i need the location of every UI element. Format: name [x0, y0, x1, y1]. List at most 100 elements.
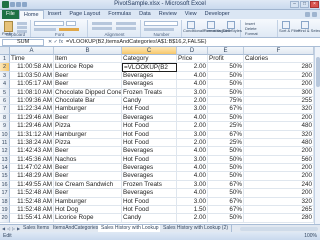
cell[interactable]: 11:42:43 AM [10, 147, 54, 156]
tab-view[interactable]: View [181, 10, 201, 19]
vertical-scrollbar[interactable] [314, 47, 320, 224]
cell[interactable]: 11:22:34 AM [10, 105, 54, 114]
cell[interactable]: 4.00 [177, 172, 208, 181]
cell[interactable]: Category [122, 55, 177, 64]
cell[interactable]: Beverages [122, 80, 177, 89]
font-name-select[interactable] [34, 21, 64, 26]
cell[interactable]: Beer [54, 172, 122, 181]
cell[interactable]: Price [177, 55, 208, 64]
row-header[interactable]: 1 [0, 55, 10, 64]
cell[interactable]: 75% [208, 96, 244, 106]
cell[interactable]: 50% [208, 88, 244, 97]
cell[interactable]: Beverages [122, 189, 177, 198]
cell[interactable]: 280 [244, 63, 314, 72]
column-header-d[interactable]: D [177, 47, 208, 55]
cut-icon[interactable] [17, 22, 27, 25]
wrap-text-icon[interactable] [116, 22, 136, 25]
cell[interactable]: 11:55:41 AM [10, 214, 54, 223]
cell[interactable]: Licorice Rope [54, 63, 122, 72]
cell[interactable]: 320 [244, 197, 314, 207]
merge-center-icon[interactable] [116, 27, 136, 30]
number-format-icons[interactable] [144, 28, 174, 31]
cell[interactable]: 67% [208, 180, 244, 190]
row-header[interactable]: 2 [0, 63, 10, 72]
cell[interactable]: Chocolate Dipped Cone [54, 88, 122, 97]
cell[interactable]: Beverages [122, 113, 177, 123]
help-icon[interactable] [305, 12, 310, 17]
column-header-a[interactable]: A [10, 47, 54, 55]
cell[interactable]: 3.00 [177, 155, 208, 165]
select-all-corner[interactable] [0, 47, 10, 55]
vertical-align-icons[interactable] [92, 22, 112, 25]
cell[interactable]: 280 [244, 214, 314, 223]
format-button[interactable]: Format [245, 31, 258, 36]
cell[interactable]: 300 [244, 88, 314, 97]
cell[interactable]: 67% [208, 206, 244, 215]
tab-developer[interactable]: Developer [201, 10, 234, 19]
cell[interactable]: Beverages [122, 172, 177, 181]
cell[interactable]: Ice Cream Sandwich [54, 180, 122, 190]
cell[interactable]: 11:49:55 AM [10, 180, 54, 190]
cell[interactable]: 50% [208, 189, 244, 198]
row-header[interactable]: 9 [0, 122, 10, 131]
zoom-level[interactable]: 100% [304, 232, 317, 240]
cell[interactable]: Beverages [122, 164, 177, 173]
cell[interactable]: Hamburger [54, 105, 122, 114]
cell[interactable]: Chocolate Bar [54, 96, 122, 106]
cell[interactable]: Licorice Rope [54, 214, 122, 223]
cell[interactable]: 480 [244, 122, 314, 131]
cell[interactable]: Hot Food [122, 130, 177, 139]
cell[interactable]: Hot Food [122, 105, 177, 114]
cell[interactable]: 11:00:58 AM [10, 63, 54, 72]
cell[interactable]: 11:47:02 AM [10, 164, 54, 173]
row-header[interactable]: 19 [0, 206, 10, 215]
bold-italic-underline-icons[interactable] [34, 28, 56, 31]
cell[interactable]: Beer [54, 189, 122, 198]
cell[interactable]: 560 [244, 155, 314, 165]
cell[interactable]: Hot Dog [54, 206, 122, 215]
tab-file[interactable]: File [2, 10, 19, 19]
cell[interactable]: 11:31:12 AM [10, 130, 54, 139]
cell[interactable]: Beer [54, 80, 122, 89]
number-format-select[interactable] [144, 21, 178, 26]
row-header[interactable]: 10 [0, 130, 10, 139]
cell[interactable]: 3.00 [177, 105, 208, 114]
column-header-f[interactable]: F [244, 47, 314, 55]
cell[interactable]: Beverages [122, 71, 177, 81]
cell[interactable]: 200 [244, 71, 314, 81]
row-header[interactable]: 3 [0, 71, 10, 81]
cell[interactable]: 200 [244, 164, 314, 173]
cell[interactable]: 2.00 [177, 138, 208, 148]
cell[interactable]: 200 [244, 80, 314, 89]
formula-input[interactable]: =VLOOKUP(B2,ItemsAndCategories!A$1:B$16,… [66, 39, 316, 46]
row-header[interactable]: 8 [0, 113, 10, 123]
cell[interactable]: 50% [208, 155, 244, 165]
next-sheet-icon[interactable]: ▷ [12, 226, 16, 231]
cell[interactable]: 2.00 [177, 96, 208, 106]
cell[interactable]: Beer [54, 113, 122, 123]
row-header[interactable]: 13 [0, 155, 10, 165]
column-header-b[interactable]: B [54, 47, 122, 55]
cell[interactable]: 67% [208, 130, 244, 139]
cell[interactable]: 11:09:36 AM [10, 96, 54, 106]
cell[interactable]: Pizza [54, 122, 122, 131]
cell[interactable]: 200 [244, 113, 314, 123]
cell[interactable]: 4.00 [177, 71, 208, 81]
cell[interactable]: 67% [208, 197, 244, 207]
cell[interactable]: 4.00 [177, 147, 208, 156]
column-header-c[interactable]: C [122, 47, 177, 55]
copy-icon[interactable] [17, 26, 27, 29]
cell[interactable]: Hot Food [122, 206, 177, 215]
cell[interactable]: 25% [208, 138, 244, 148]
cell[interactable]: 3.00 [177, 130, 208, 139]
cell[interactable]: 50% [208, 80, 244, 89]
row-header[interactable]: 7 [0, 105, 10, 114]
cell[interactable]: 50% [208, 113, 244, 123]
tab-home[interactable]: Home [18, 10, 44, 19]
cell[interactable]: 11:08:10 AM [10, 88, 54, 97]
cell[interactable]: 11:29:46 AM [10, 122, 54, 131]
sheet-tab-sales-history-lookup[interactable]: Sales History with Lookup [98, 225, 163, 232]
cell[interactable]: 4.00 [177, 164, 208, 173]
cell[interactable]: Item [54, 55, 122, 64]
cell[interactable]: Hot Food [122, 197, 177, 207]
